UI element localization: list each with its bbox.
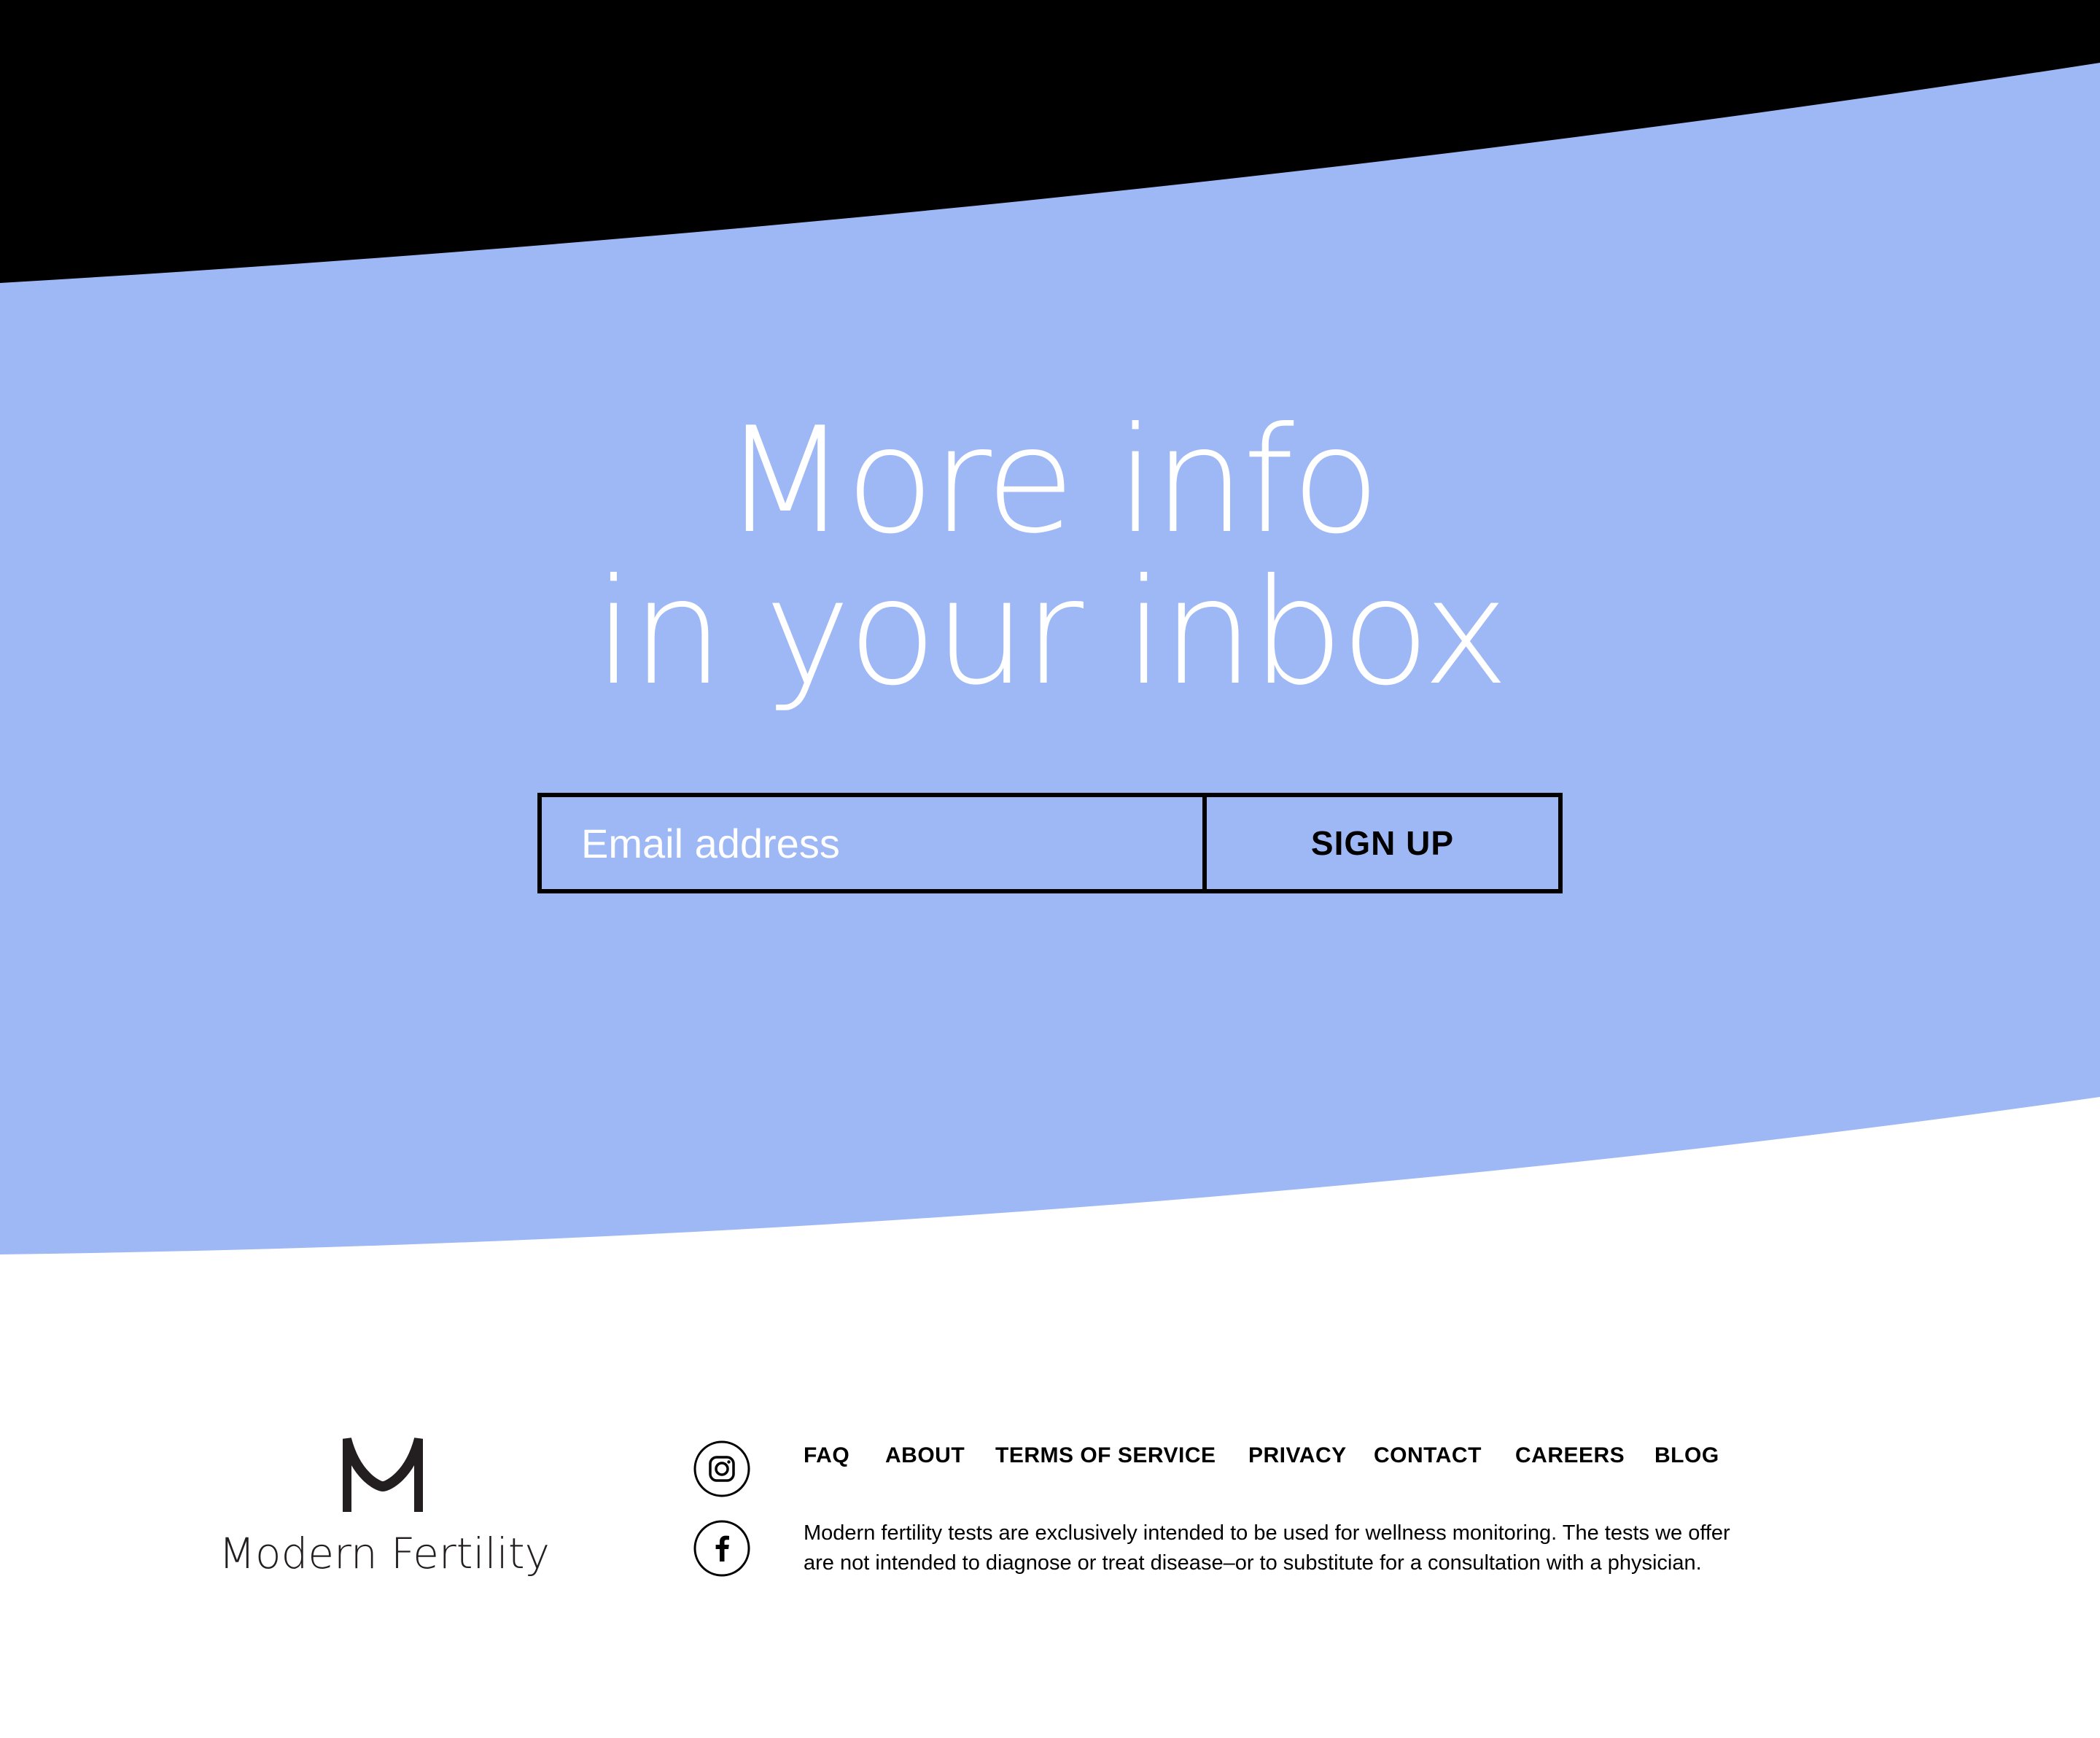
instagram-icon: [693, 1440, 750, 1497]
disclaimer-line-2: are not intended to diagnose or treat di…: [804, 1551, 1702, 1575]
facebook-link[interactable]: [693, 1519, 751, 1578]
footer-link-blog[interactable]: BLOG: [1654, 1438, 1719, 1473]
hero-headline-line1: More info: [722, 396, 1380, 566]
instagram-link[interactable]: [693, 1440, 751, 1498]
brand-name: Modern Fertility: [219, 1529, 550, 1578]
footer-link-privacy[interactable]: PRIVACY: [1248, 1438, 1347, 1473]
footer-nav: FAQ ABOUT TERMS OF SERVICE PRIVACY CONTA…: [804, 1438, 1824, 1473]
disclaimer-line-1: Modern fertility tests are exclusively i…: [804, 1521, 1730, 1545]
footer-link-contact[interactable]: CONTACT: [1374, 1438, 1482, 1473]
page: More info in your inbox SIGN UP Modern F…: [0, 0, 2100, 1738]
modern-fertility-m-logo-icon: [343, 1438, 423, 1512]
newsletter-signup-form: SIGN UP: [537, 793, 1563, 893]
email-input[interactable]: [542, 797, 1207, 889]
footer-link-careers[interactable]: CAREERS: [1515, 1438, 1625, 1473]
facebook-icon: [693, 1520, 750, 1577]
footer-disclaimer: Modern fertility tests are exclusively i…: [804, 1518, 1795, 1578]
hero-headline-line2: in your inbox: [594, 548, 1509, 718]
footer-link-about[interactable]: ABOUT: [885, 1438, 965, 1473]
brand-logo[interactable]: Modern Fertility: [219, 1435, 550, 1578]
footer-link-terms-of-service[interactable]: TERMS OF SERVICE: [995, 1438, 1216, 1473]
sign-up-button[interactable]: SIGN UP: [1207, 797, 1558, 889]
footer-link-faq[interactable]: FAQ: [804, 1438, 849, 1473]
